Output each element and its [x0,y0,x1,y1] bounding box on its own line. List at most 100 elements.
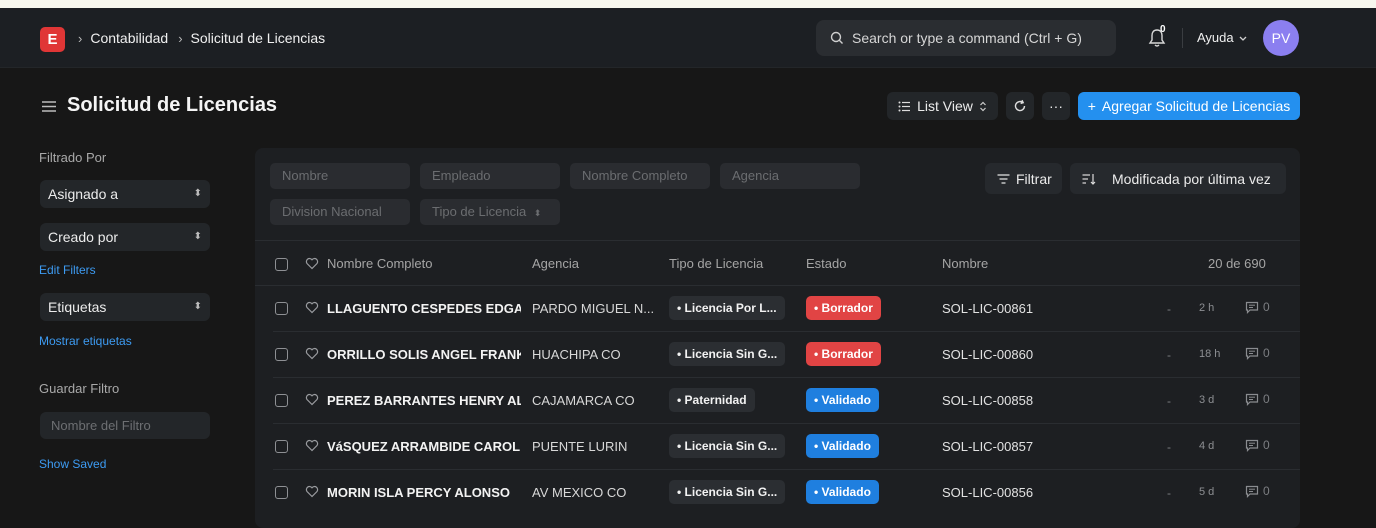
created-by-label: Creado por [48,229,119,245]
status-badge: • Validado [806,434,879,458]
help-label: Ayuda [1197,30,1234,45]
navbar: E › Contabilidad › Solicitud de Licencia… [0,8,1376,68]
division-filter-input[interactable]: Division Nacional [270,199,410,225]
table-row[interactable]: VáSQUEZ ARRAMBIDE CAROL PUENTE LURIN • L… [255,424,1300,470]
chevron-up-down-icon: ⬍ [533,208,542,218]
modified-time: 5 d [1199,486,1215,498]
chevron-up-down-icon: ⬍ [193,301,202,312]
row-checkbox[interactable] [275,486,288,499]
plus-icon: + [1087,98,1096,114]
menu-icon[interactable] [41,100,57,113]
search-input[interactable]: Search or type a command (Ctrl + G) [816,20,1116,56]
comment-count-value: 0 [1263,346,1270,360]
table-row[interactable]: ORRILLO SOLIS ANGEL FRANK HUACHIPA CO • … [255,332,1300,378]
search-icon [830,31,843,44]
comment-count-value: 0 [1263,300,1270,314]
tags-label: Etiquetas [48,299,107,315]
comment-count: 0 [1245,346,1270,360]
page-title: Solicitud de Licencias [67,94,278,116]
filter-button[interactable]: Filtrar [985,163,1062,194]
status-badge: • Borrador [806,296,881,320]
cell-nombre-completo[interactable]: ORRILLO SOLIS ANGEL FRANK [327,347,521,362]
add-solicitud-label: Agregar Solicitud de Licencias [1101,98,1291,114]
cell-nombre-completo[interactable]: MORIN ISLA PERCY ALONSO [327,485,521,500]
status-text: Borrador [821,347,873,361]
chevron-right-icon: › [78,30,83,46]
nombre-completo-filter-input[interactable]: Nombre Completo [570,163,710,189]
assigned-placeholder: - [1167,302,1171,316]
assigned-to-select[interactable]: Asignado a ⬍ [40,180,210,208]
comment-count: 0 [1245,300,1270,314]
comment-count-value: 0 [1263,484,1270,498]
breadcrumb-contabilidad[interactable]: Contabilidad [90,30,168,46]
chevron-up-down-icon [979,101,986,111]
heart-icon[interactable] [305,393,319,406]
heart-icon[interactable] [305,257,319,270]
browser-top-strip [0,0,1376,8]
cell-nombre-completo[interactable]: PEREZ BARRANTES HENRY AL [327,393,521,408]
add-solicitud-button[interactable]: + Agregar Solicitud de Licencias [1078,92,1300,120]
cell-nombre: SOL-LIC-00856 [942,485,1034,500]
comment-icon [1245,301,1259,314]
row-checkbox[interactable] [275,394,288,407]
chevron-down-icon [1239,36,1247,41]
breadcrumb-solicitud[interactable]: Solicitud de Licencias [191,30,326,46]
comment-icon [1245,393,1259,406]
heart-icon[interactable] [305,347,319,360]
empleado-filter-input[interactable]: Empleado [420,163,560,189]
edit-filters-link[interactable]: Edit Filters [39,263,96,277]
modified-time: 4 d [1199,440,1215,452]
app-logo[interactable]: E [40,27,65,52]
tipo-licencia-pill: • Paternidad [669,388,755,412]
heart-icon[interactable] [305,439,319,452]
col-nombre[interactable]: Nombre [942,256,988,271]
row-checkbox[interactable] [275,440,288,453]
chevron-up-down-icon: ⬍ [193,231,202,242]
cell-nombre-completo[interactable]: VáSQUEZ ARRAMBIDE CAROL [327,439,521,454]
list-view-button[interactable]: List View [887,92,998,120]
status-text: Validado [821,485,871,499]
filter-by-label: Filtrado Por [39,150,107,165]
row-checkbox[interactable] [275,348,288,361]
show-tags-link[interactable]: Mostrar etiquetas [39,334,132,348]
tags-select[interactable]: Etiquetas ⬍ [40,293,210,321]
comment-count: 0 [1245,438,1270,452]
filter-name-input[interactable]: Nombre del Filtro [40,412,210,439]
help-menu[interactable]: Ayuda [1197,30,1248,45]
col-estado[interactable]: Estado [806,256,846,271]
sort-icon [1082,173,1096,185]
col-nombre-completo[interactable]: Nombre Completo [327,256,433,271]
created-by-select[interactable]: Creado por ⬍ [40,223,210,251]
tipo-licencia-text: Licencia Sin G... [684,347,778,361]
breadcrumb: › Contabilidad › Solicitud de Licencias [78,28,335,48]
agencia-filter-input[interactable]: Agencia [720,163,860,189]
heart-icon[interactable] [305,301,319,314]
table-row[interactable]: MORIN ISLA PERCY ALONSO AV MEXICO CO • L… [255,470,1300,516]
chevron-right-icon: › [178,30,183,46]
tipo-licencia-pill: • Licencia Sin G... [669,342,786,366]
avatar[interactable]: PV [1263,20,1299,56]
divider [255,240,1300,241]
row-checkbox[interactable] [275,302,288,315]
nombre-filter-input[interactable]: Nombre [270,163,410,189]
heart-icon[interactable] [305,485,319,498]
tipo-licencia-text: Licencia Sin G... [684,439,778,453]
tipo-licencia-filter-label: Tipo de Licencia [432,204,527,219]
table-row[interactable]: PEREZ BARRANTES HENRY AL CAJAMARCA CO • … [255,378,1300,424]
table-row[interactable]: LLAGUENTO CESPEDES EDGA PARDO MIGUEL N..… [255,286,1300,332]
tipo-licencia-filter-select[interactable]: Tipo de Licencia ⬍ [420,199,560,225]
tipo-licencia-pill: • Licencia Sin G... [669,480,786,504]
status-badge: • Validado [806,388,879,412]
sort-button[interactable]: Modificada por última vez [1070,163,1286,194]
cell-nombre-completo[interactable]: LLAGUENTO CESPEDES EDGA [327,301,521,316]
more-options-button[interactable]: ··· [1042,92,1070,120]
refresh-button[interactable] [1006,92,1034,120]
assigned-placeholder: - [1167,348,1171,362]
col-agencia[interactable]: Agencia [532,256,579,271]
tipo-licencia-text: Licencia Sin G... [684,485,778,499]
col-tipo-licencia[interactable]: Tipo de Licencia [669,256,763,271]
select-all-checkbox[interactable] [275,258,288,271]
show-saved-link[interactable]: Show Saved [39,457,106,471]
chevron-up-down-icon: ⬍ [193,188,202,199]
save-filter-label: Guardar Filtro [39,381,120,396]
